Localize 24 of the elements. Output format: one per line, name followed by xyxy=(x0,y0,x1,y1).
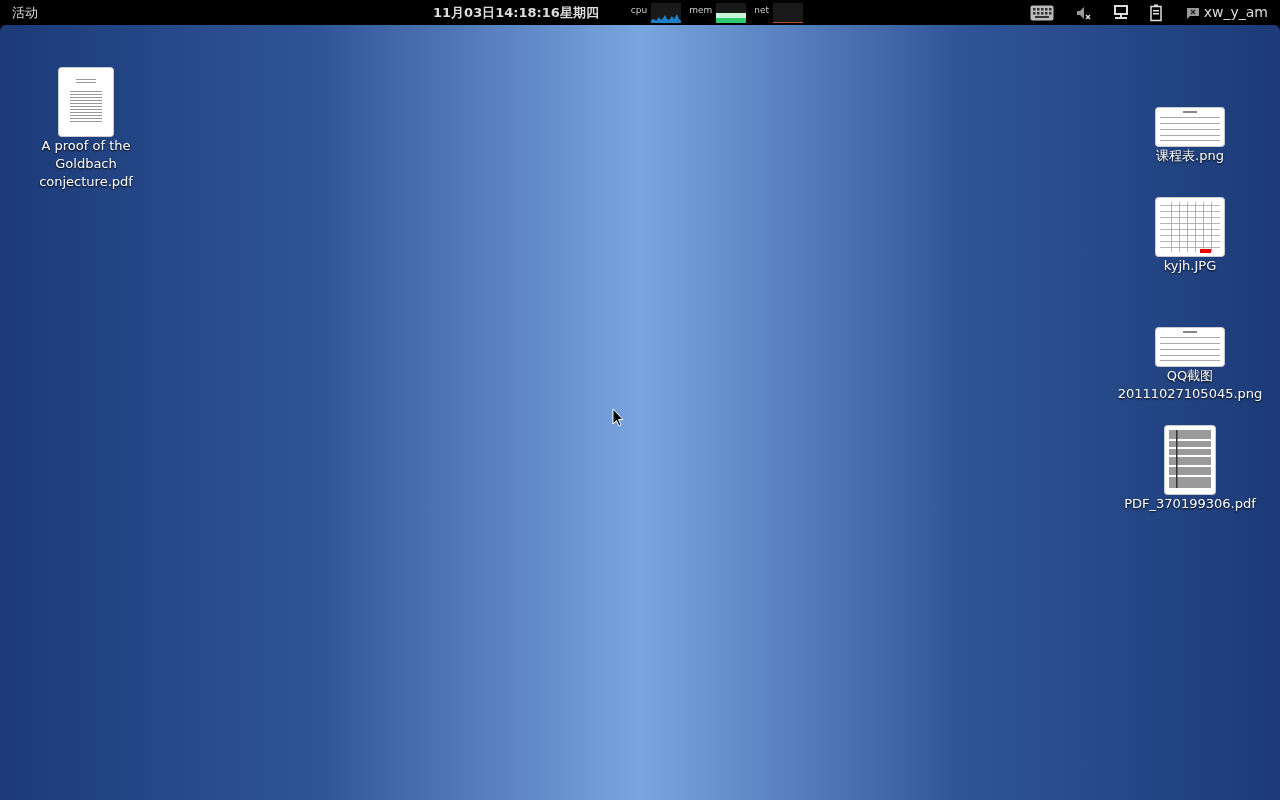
battery-icon[interactable] xyxy=(1149,3,1164,22)
keyboard-icon[interactable] xyxy=(1029,4,1054,21)
spreadsheet-thumbnail xyxy=(1155,197,1225,257)
file-name: QQ截图 20111027105045.png xyxy=(1116,367,1264,403)
memory-graph xyxy=(716,2,747,23)
cpu-graph xyxy=(651,2,682,23)
chat-icon[interactable] xyxy=(1185,6,1200,19)
file-name: 课程表.png xyxy=(1155,147,1225,165)
monitor-label: mem xyxy=(689,5,713,15)
clock[interactable]: 11月03日14:18:16星期四 xyxy=(433,2,599,23)
user-name[interactable]: xw_y_am xyxy=(1203,2,1268,23)
activities-button[interactable]: 活动 xyxy=(12,2,38,23)
mouse-pointer-icon xyxy=(612,408,624,427)
document-thumbnail xyxy=(1164,425,1216,495)
file-name: PDF_370199306.pdf xyxy=(1123,495,1257,513)
document-thumbnail xyxy=(1155,327,1225,367)
document-thumbnail xyxy=(1155,107,1225,147)
file-name: kyjh.JPG xyxy=(1162,257,1218,275)
monitor-label: cpu xyxy=(630,5,648,15)
monitor-label: net xyxy=(754,5,770,15)
document-thumbnail xyxy=(58,67,114,137)
file-name: A proof of the Goldbach conjecture.pdf xyxy=(38,137,134,191)
network-icon[interactable] xyxy=(1113,4,1128,21)
network-graph xyxy=(773,2,804,23)
